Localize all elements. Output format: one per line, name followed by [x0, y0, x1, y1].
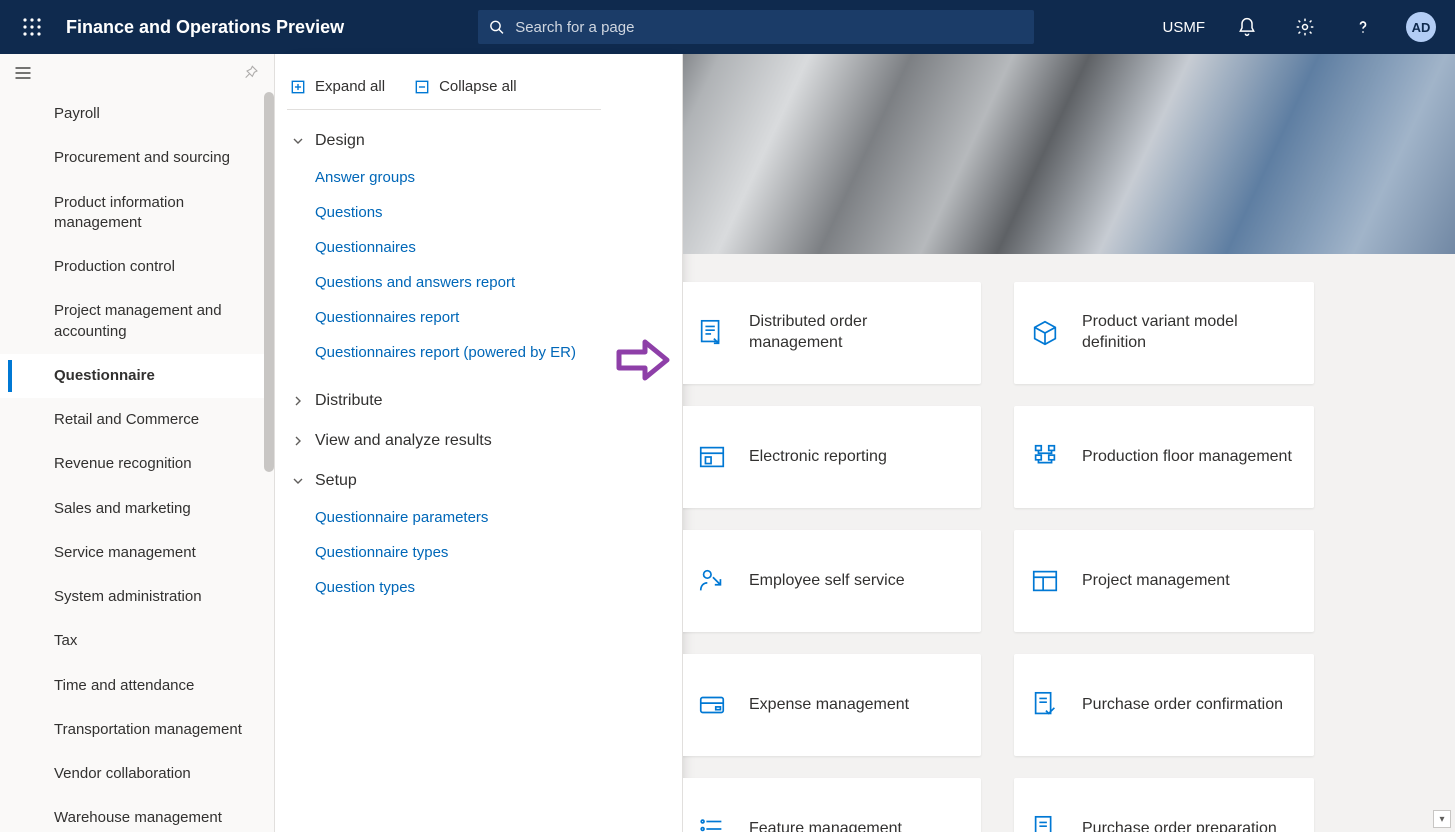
chevron-right-icon — [291, 435, 305, 447]
flyout-group-setup[interactable]: Setup — [291, 472, 650, 490]
workspace-tile-purchase-order-confirmation[interactable]: Purchase order confirmation — [1014, 654, 1314, 756]
flyout-group-label: View and analyze results — [315, 432, 492, 450]
app-launcher-icon[interactable] — [12, 7, 52, 47]
workspace-tile-expense-management[interactable]: Expense management — [683, 654, 981, 756]
help-icon[interactable] — [1341, 5, 1385, 49]
flyout-link-questionnaire-types[interactable]: Questionnaire types — [315, 535, 650, 570]
workspace-tile-label: Project management — [1082, 571, 1230, 592]
person-arrow-icon — [695, 564, 729, 598]
flyout-group-view-and-analyze-results[interactable]: View and analyze results — [291, 432, 650, 450]
flyout-link-questionnaire-parameters[interactable]: Questionnaire parameters — [315, 500, 650, 535]
workspace-tile-feature-management[interactable]: Feature management — [683, 778, 981, 832]
settings-icon[interactable] — [1283, 5, 1327, 49]
list-icon — [695, 812, 729, 832]
doc-plus-icon — [1028, 812, 1062, 832]
nav-item-questionnaire[interactable]: Questionnaire — [0, 354, 270, 398]
expand-all-button[interactable]: Expand all — [291, 78, 385, 95]
flyout-link-questionnaires-report[interactable]: Questionnaires report — [315, 300, 650, 335]
flyout-link-answer-groups[interactable]: Answer groups — [315, 160, 650, 195]
workspace-tile-electronic-reporting[interactable]: Electronic reporting — [683, 406, 981, 508]
left-nav-rail: PayrollProcurement and sourcingProduct i… — [0, 54, 275, 832]
annotation-arrow-icon — [615, 338, 698, 382]
flyout-link-question-types[interactable]: Question types — [315, 570, 650, 605]
workspace-tile-label: Electronic reporting — [749, 447, 887, 468]
app-title: Finance and Operations Preview — [66, 17, 344, 38]
flyout-group-label: Design — [315, 132, 365, 150]
collapse-all-label: Collapse all — [439, 78, 517, 95]
workspace-tile-label: Expense management — [749, 695, 909, 716]
workspace-tile-label: Employee self service — [749, 571, 905, 592]
nav-item-warehouse-management[interactable]: Warehouse management — [0, 796, 270, 832]
avatar-initials: AD — [1406, 12, 1436, 42]
workspace-tile-label: Purchase order confirmation — [1082, 695, 1283, 716]
nav-item-revenue-recognition[interactable]: Revenue recognition — [0, 442, 270, 486]
notifications-icon[interactable] — [1225, 5, 1269, 49]
nodes-icon — [1028, 440, 1062, 474]
nav-item-system-administration[interactable]: System administration — [0, 575, 270, 619]
nav-item-sales-and-marketing[interactable]: Sales and marketing — [0, 487, 270, 531]
workspace-tile-label: Distributed order management — [749, 312, 963, 354]
flyout-link-questionnaires[interactable]: Questionnaires — [315, 230, 650, 265]
chevron-down-icon — [291, 475, 305, 487]
flyout-link-questions-and-answers-report[interactable]: Questions and answers report — [315, 265, 650, 300]
workspace-tile-distributed-order-management[interactable]: Distributed order management — [683, 282, 981, 384]
user-avatar[interactable]: AD — [1399, 5, 1443, 49]
workspace-tile-label: Product variant model definition — [1082, 312, 1296, 354]
workspace-tile-employee-self-service[interactable]: Employee self service — [683, 530, 981, 632]
search-input[interactable] — [515, 19, 1024, 36]
cube-icon — [1028, 316, 1062, 350]
window-bar-icon — [695, 440, 729, 474]
workspace-area: Distributed order management Product vari… — [683, 54, 1455, 832]
collapse-all-button[interactable]: Collapse all — [415, 78, 517, 95]
scrollbar-thumb[interactable] — [264, 92, 274, 472]
flyout-link-questions[interactable]: Questions — [315, 195, 650, 230]
nav-item-production-control[interactable]: Production control — [0, 245, 270, 289]
search-icon — [488, 18, 505, 36]
doc-check-icon — [1028, 688, 1062, 722]
workspace-tile-production-floor-management[interactable]: Production floor management — [1014, 406, 1314, 508]
workspace-tile-label: Purchase order preparation — [1082, 819, 1277, 832]
nav-collapse-icon[interactable] — [12, 62, 34, 84]
module-flyout: Expand all Collapse all Design Answer gro… — [275, 54, 683, 832]
flyout-group-label: Distribute — [315, 392, 383, 410]
nav-item-vendor-collaboration[interactable]: Vendor collaboration — [0, 752, 270, 796]
top-header: Finance and Operations Preview USMF AD — [0, 0, 1455, 54]
pin-icon[interactable] — [240, 62, 262, 84]
chevron-down-icon — [291, 135, 305, 147]
chevron-right-icon — [291, 395, 305, 407]
scroll-down-hint-icon[interactable]: ▾ — [1433, 810, 1451, 828]
nav-item-project-management-and-accounting[interactable]: Project management and accounting — [0, 289, 270, 354]
search-box[interactable] — [478, 10, 1034, 44]
nav-item-transportation-management[interactable]: Transportation management — [0, 708, 270, 752]
flyout-group-design[interactable]: Design — [291, 132, 650, 150]
workspace-tile-project-management[interactable]: Project management — [1014, 530, 1314, 632]
banner-image — [683, 54, 1455, 254]
doc-arrow-icon — [695, 316, 729, 350]
workspace-tile-purchase-order-preparation[interactable]: Purchase order preparation — [1014, 778, 1314, 832]
layout-icon — [1028, 564, 1062, 598]
flyout-group-label: Setup — [315, 472, 357, 490]
workspace-tile-label: Production floor management — [1082, 447, 1292, 468]
company-picker[interactable]: USMF — [1163, 19, 1206, 36]
card-icon — [695, 688, 729, 722]
nav-item-service-management[interactable]: Service management — [0, 531, 270, 575]
flyout-link-questionnaires-report-powered-by-er-[interactable]: Questionnaires report (powered by ER) — [315, 335, 650, 370]
flyout-group-distribute[interactable]: Distribute — [291, 392, 650, 410]
workspace-tile-label: Feature management — [749, 819, 902, 832]
expand-all-label: Expand all — [315, 78, 385, 95]
nav-item-time-and-attendance[interactable]: Time and attendance — [0, 664, 270, 708]
nav-item-retail-and-commerce[interactable]: Retail and Commerce — [0, 398, 270, 442]
nav-item-tax[interactable]: Tax — [0, 619, 270, 663]
nav-item-product-information-management[interactable]: Product information management — [0, 181, 270, 246]
nav-item-payroll[interactable]: Payroll — [0, 92, 270, 136]
workspace-tile-product-variant-model-definition[interactable]: Product variant model definition — [1014, 282, 1314, 384]
nav-item-procurement-and-sourcing[interactable]: Procurement and sourcing — [0, 136, 270, 180]
